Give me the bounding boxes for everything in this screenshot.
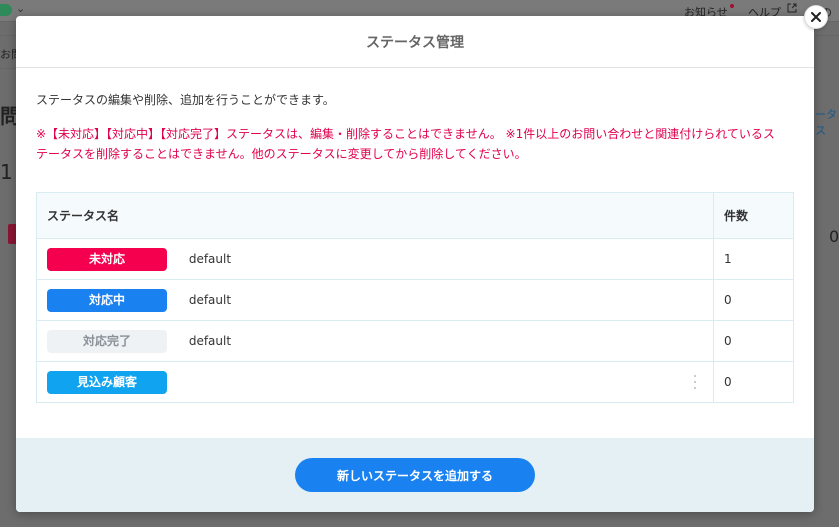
- close-icon: [811, 12, 821, 22]
- status-table: ステータス名 件数 未対応 default 1 対応中 default 0 対応…: [36, 192, 794, 403]
- modal-warning: ※【未対応】【対応中】【対応完了】ステータスは、編集・削除することはできません。…: [36, 124, 794, 164]
- status-badge[interactable]: 対応中: [47, 288, 167, 312]
- close-button[interactable]: [804, 5, 828, 29]
- status-name-cell: 未対応 default: [36, 238, 714, 280]
- status-management-modal: ステータス管理 ステータスの編集や削除、追加を行うことができます。 ※【未対応】…: [16, 16, 814, 512]
- table-row[interactable]: 見込み顧客 0: [37, 361, 794, 403]
- chevron-down-icon: ⌄: [16, 2, 26, 15]
- status-description: default: [188, 252, 232, 266]
- status-count: 0: [713, 279, 794, 321]
- background-divider: [814, 35, 839, 36]
- background-count-right: 0: [829, 227, 839, 246]
- background-divider: [0, 68, 16, 69]
- status-badge[interactable]: 見込み顧客: [47, 370, 167, 394]
- background-count: 1: [0, 160, 13, 184]
- background-divider: [0, 35, 16, 36]
- status-count: 0: [713, 361, 794, 403]
- table-header-row: ステータス名 件数: [36, 192, 794, 239]
- background-status-link[interactable]: ータス: [815, 106, 839, 138]
- add-status-button[interactable]: 新しいステータスを追加する: [295, 458, 535, 492]
- modal-footer: 新しいステータスを追加する: [16, 438, 814, 512]
- table-row[interactable]: 対応中 default 0: [36, 279, 794, 321]
- modal-title: ステータス管理: [366, 34, 464, 51]
- modal-body: ステータスの編集や削除、追加を行うことができます。 ※【未対応】【対応中】【対応…: [16, 92, 814, 403]
- status-description: default: [188, 334, 232, 348]
- status-badge[interactable]: 対応完了: [47, 329, 167, 353]
- status-count: 1: [713, 238, 794, 280]
- status-description: default: [188, 293, 232, 307]
- status-name-cell: 対応完了 default: [36, 320, 714, 362]
- background-badge: [8, 224, 16, 244]
- warning-line-2: テータスを削除することはできません。他のステータスに変更してから削除してください…: [36, 147, 527, 161]
- status-name-cell: 見込み顧客: [37, 362, 714, 403]
- warning-line-1: ※【未対応】【対応中】【対応完了】ステータスは、編集・削除することはできません。…: [36, 127, 775, 141]
- column-header-count: 件数: [713, 192, 794, 239]
- table-row[interactable]: 未対応 default 1: [36, 238, 794, 280]
- external-link-icon: [787, 3, 797, 16]
- status-count: 0: [713, 320, 794, 362]
- more-vertical-icon[interactable]: [693, 375, 697, 389]
- notice-badge: [730, 4, 734, 8]
- app-logo-icon: [0, 4, 12, 16]
- modal-header: ステータス管理: [16, 16, 814, 68]
- status-badge[interactable]: 未対応: [47, 247, 167, 271]
- column-header-status-name: ステータス名: [36, 192, 714, 239]
- status-name-cell: 対応中 default: [36, 279, 714, 321]
- table-row[interactable]: 対応完了 default 0: [36, 320, 794, 362]
- modal-description: ステータスの編集や削除、追加を行うことができます。: [36, 93, 335, 107]
